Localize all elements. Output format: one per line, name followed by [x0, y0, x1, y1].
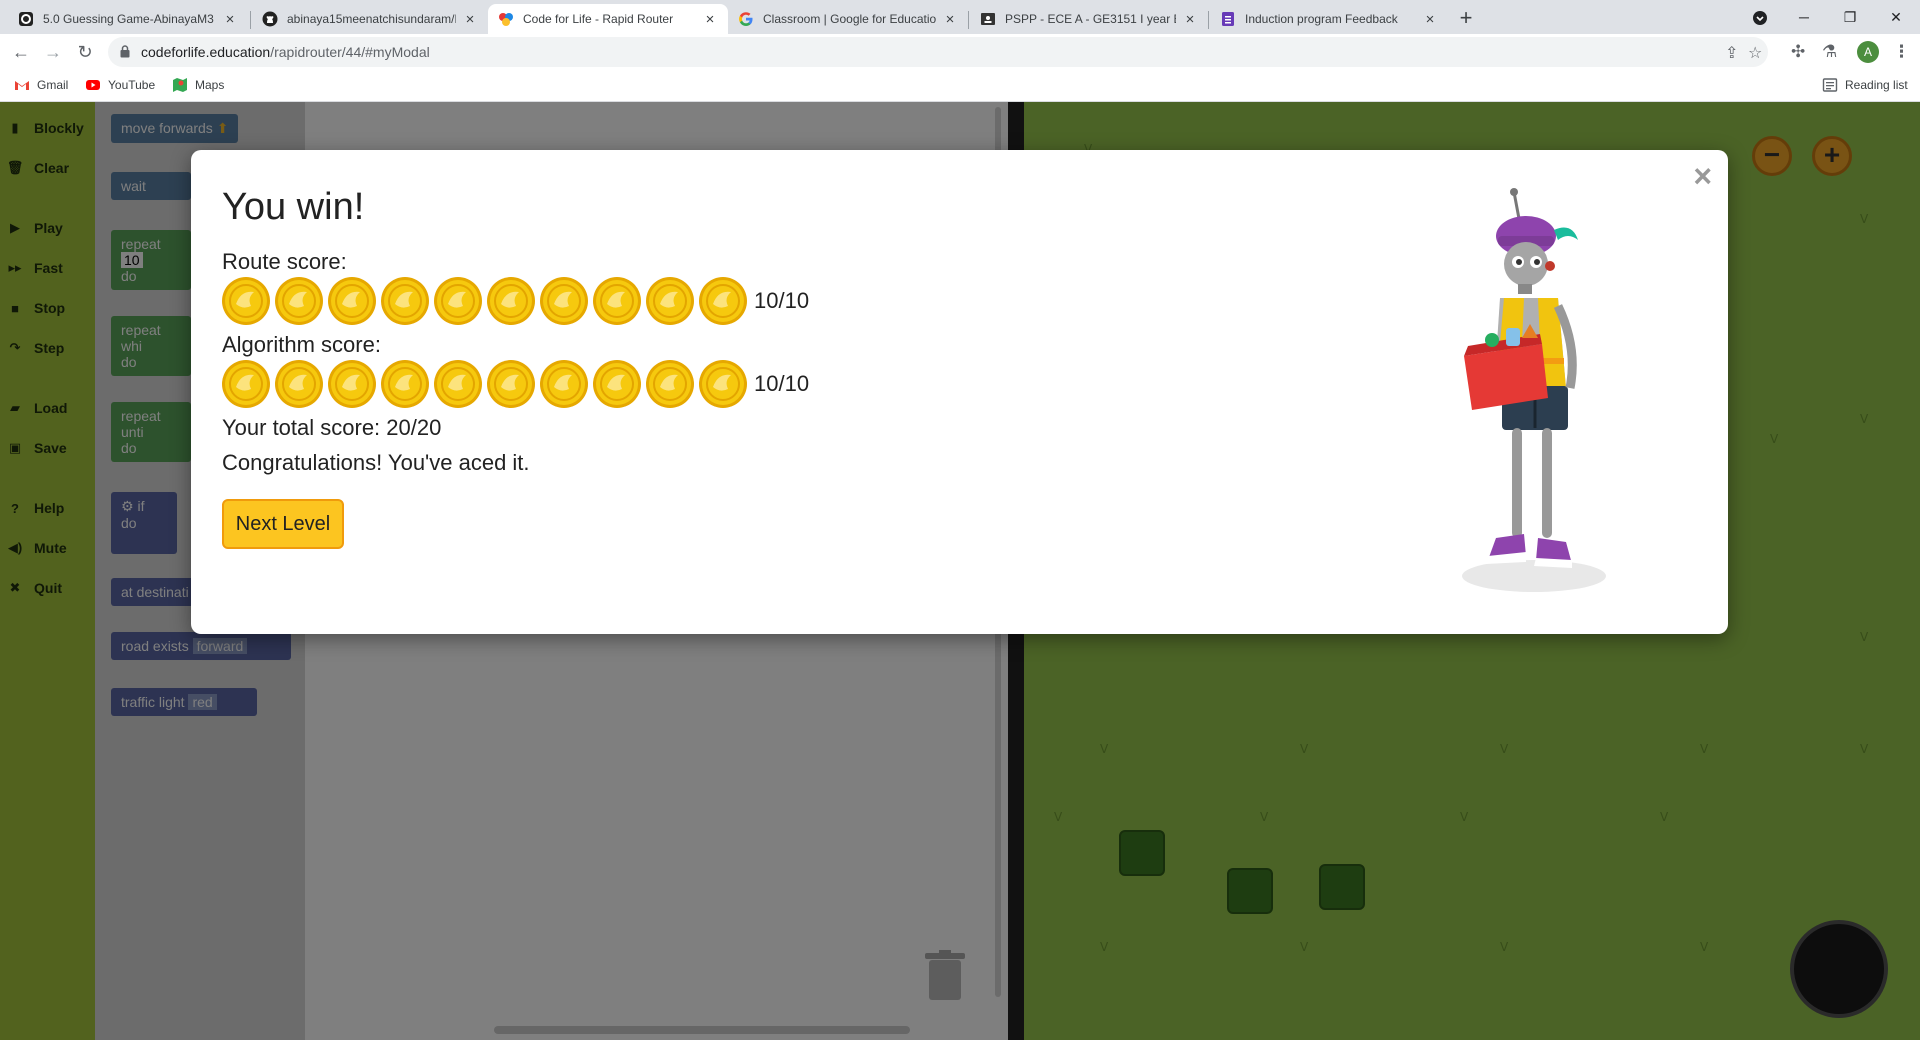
github-icon	[262, 11, 278, 27]
tab-title: Classroom | Google for Educatio	[763, 12, 936, 26]
tab-title: Induction program Feedback	[1245, 12, 1398, 26]
gold-coin-icon	[593, 360, 641, 408]
browser-toolbar: ← → ↻ codeforlife.education/rapidrouter/…	[0, 34, 1920, 70]
google-icon	[739, 12, 753, 26]
close-window-button[interactable]: ✕	[1876, 4, 1916, 30]
labs-icon[interactable]: ⚗	[1822, 42, 1837, 62]
url-path: /rapidrouter/44/#myModal	[270, 44, 430, 60]
robot-mascot	[1462, 188, 1606, 592]
forms-icon	[1222, 12, 1234, 26]
congratulations-message: Congratulations! You've aced it.	[222, 450, 530, 475]
bookmark-label: Gmail	[37, 78, 69, 92]
reload-button[interactable]: ↻	[72, 39, 98, 65]
bookmark-star-icon[interactable]: ☆	[1748, 43, 1762, 63]
tab-separator	[250, 11, 251, 29]
gold-coin-icon	[646, 360, 694, 408]
lock-icon	[120, 45, 130, 58]
url-host: codeforlife.education	[141, 44, 271, 60]
new-tab-button[interactable]: +	[1453, 6, 1479, 32]
modal-title: You win!	[222, 186, 365, 228]
route-score-coins: 10/10	[221, 276, 809, 326]
bookmark-youtube[interactable]: YouTube	[85, 77, 155, 93]
minimize-button[interactable]: ─	[1784, 4, 1824, 30]
gold-coin-icon	[699, 277, 747, 325]
gold-coin-icon	[222, 360, 270, 408]
gold-coin-icon	[328, 360, 376, 408]
gold-coin-icon	[699, 360, 747, 408]
gold-coin-icon	[540, 277, 588, 325]
reading-list-icon	[1822, 78, 1838, 92]
close-icon[interactable]: ×	[1182, 11, 1198, 28]
classroom-icon	[981, 13, 995, 25]
close-icon[interactable]: ×	[702, 11, 718, 28]
share-icon[interactable]: ⇪	[1725, 43, 1738, 63]
reading-list[interactable]: Reading list	[1822, 77, 1908, 93]
tab-title: Code for Life - Rapid Router	[523, 12, 674, 26]
gold-coin-icon	[487, 360, 535, 408]
close-icon[interactable]: ×	[1422, 11, 1438, 28]
bookmarks-bar: Gmail YouTube Maps Reading list	[0, 70, 1920, 102]
menu-icon[interactable]: ⋮	[1893, 42, 1910, 62]
total-score: Your total score: 20/20	[222, 415, 442, 440]
profile-avatar[interactable]: A	[1857, 41, 1879, 63]
replit-icon	[19, 12, 33, 26]
address-bar[interactable]: codeforlife.education/rapidrouter/44/#my…	[108, 37, 1768, 67]
tab-title: 5.0 Guessing Game-AbinayaM3 -	[43, 12, 216, 26]
gold-coin-icon	[275, 277, 323, 325]
algorithm-score-coins: 10/10	[221, 359, 809, 409]
gold-coin-icon	[222, 277, 270, 325]
tab-guessing-game[interactable]: 5.0 Guessing Game-AbinayaM3 - ×	[8, 4, 248, 34]
forward-button[interactable]: →	[40, 39, 66, 65]
back-button[interactable]: ←	[8, 39, 34, 65]
tab-induction-feedback[interactable]: Induction program Feedback ×	[1210, 4, 1448, 34]
route-score-value: 10/10	[754, 288, 810, 313]
tab-classroom[interactable]: Classroom | Google for Educatio ×	[728, 4, 968, 34]
gold-coin-icon	[646, 277, 694, 325]
tab-title: PSPP - ECE A - GE3151 I year ECE	[1005, 12, 1176, 26]
tab-rapid-router[interactable]: Code for Life - Rapid Router ×	[488, 4, 728, 34]
algorithm-score-value: 10/10	[754, 371, 810, 396]
gold-coin-icon	[328, 277, 376, 325]
win-modal: × You win! Route score: 10/10 Algorithm …	[191, 150, 1728, 634]
youtube-icon	[86, 80, 100, 90]
maps-icon	[173, 78, 187, 92]
tab-title: abinaya15meenatchisundaram/P	[287, 12, 456, 26]
code-for-life-icon	[499, 13, 513, 26]
tab-strip: 5.0 Guessing Game-AbinayaM3 - × abinaya1…	[0, 0, 1920, 34]
tab-pspp[interactable]: PSPP - ECE A - GE3151 I year ECE ×	[970, 4, 1208, 34]
extensions-icon[interactable]: ✣	[1791, 42, 1805, 62]
gold-coin-icon	[487, 277, 535, 325]
tab-separator	[1208, 11, 1209, 29]
gold-coin-icon	[275, 360, 323, 408]
chevron-down-icon	[1753, 11, 1767, 26]
bookmark-gmail[interactable]: Gmail	[14, 77, 68, 93]
gold-coin-icon	[593, 277, 641, 325]
next-level-button[interactable]: Next Level	[222, 499, 344, 549]
restore-button[interactable]: ❐	[1830, 4, 1870, 30]
algorithm-score-label: Algorithm score:	[222, 332, 381, 357]
reading-list-label: Reading list	[1845, 78, 1908, 92]
close-icon[interactable]: ×	[942, 11, 958, 28]
tab-separator	[968, 11, 969, 29]
gmail-icon	[15, 81, 29, 90]
gold-coin-icon	[434, 277, 482, 325]
tab-github[interactable]: abinaya15meenatchisundaram/P ×	[252, 4, 488, 34]
gold-coin-icon	[434, 360, 482, 408]
close-icon[interactable]: ×	[1693, 160, 1712, 192]
url-text: codeforlife.education/rapidrouter/44/#my…	[141, 44, 430, 60]
gold-coin-icon	[381, 360, 429, 408]
gold-coin-icon	[540, 360, 588, 408]
close-icon[interactable]: ×	[462, 11, 478, 28]
gold-coin-icon	[381, 277, 429, 325]
close-icon[interactable]: ×	[222, 11, 238, 28]
bookmark-label: Maps	[195, 78, 225, 92]
bookmark-maps[interactable]: Maps	[172, 77, 224, 93]
route-score-label: Route score:	[222, 249, 347, 274]
bookmark-label: YouTube	[108, 78, 156, 92]
rapid-router-page: ▮Blockly 🗑Clear ▶Play ▸▸Fast ■Stop ↷Step…	[0, 102, 1920, 1040]
tab-search-button[interactable]	[1740, 4, 1780, 30]
